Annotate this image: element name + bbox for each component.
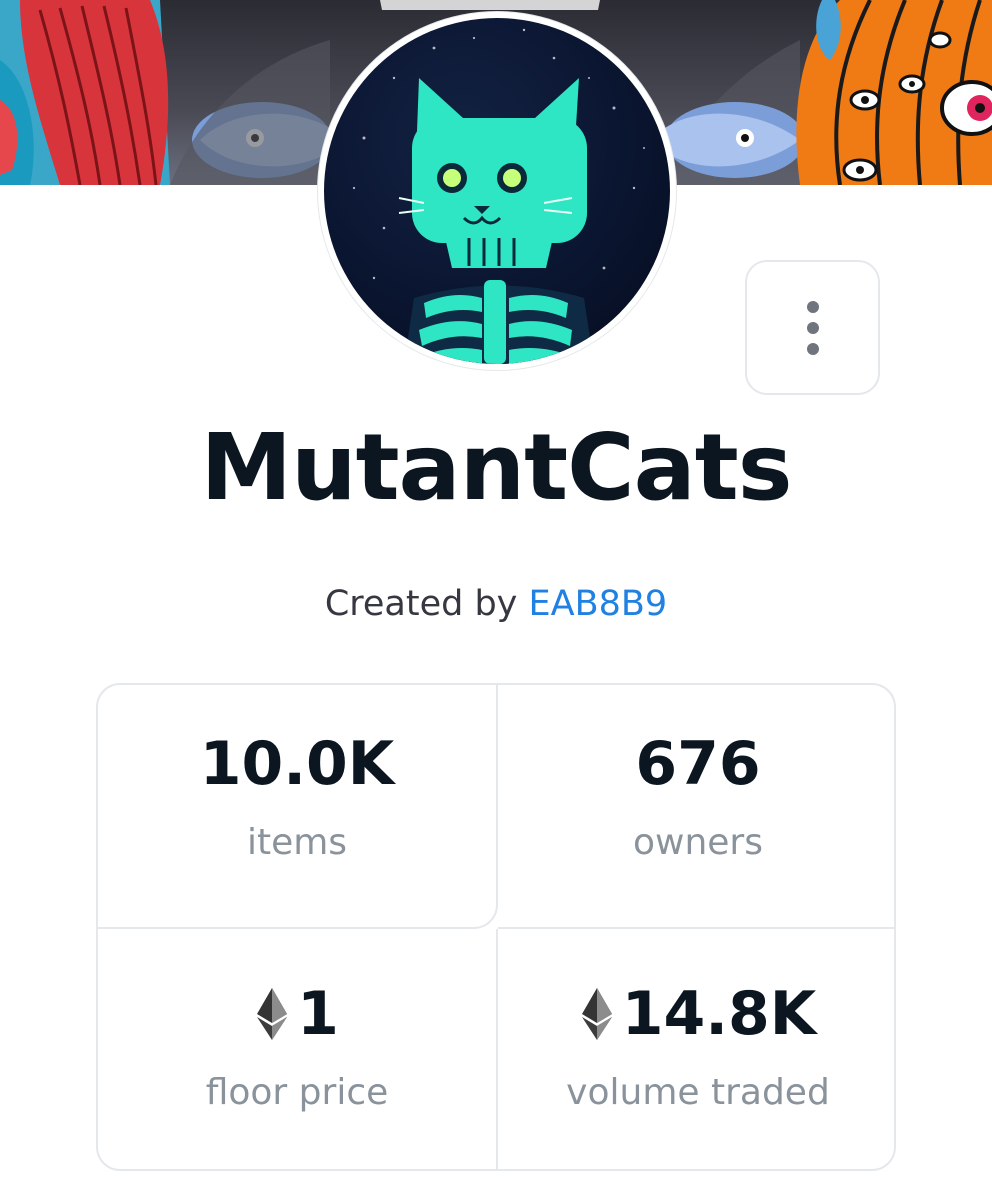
stat-floor-price[interactable]: 1 floor price <box>98 929 498 1169</box>
stat-value: 676 <box>635 729 760 799</box>
ethereum-icon <box>581 988 612 1040</box>
creator-link[interactable]: EAB8B9 <box>529 584 668 624</box>
stat-value: 10.0K <box>200 729 395 799</box>
stat-owners[interactable]: 676 owners <box>498 685 894 929</box>
collection-avatar <box>318 12 676 370</box>
stat-value-text: 1 <box>297 979 339 1049</box>
stat-value-text: 10.0K <box>199 729 395 799</box>
collection-title: MutantCats <box>200 414 793 521</box>
stat-label: floor price <box>205 1072 389 1113</box>
vertical-dots-icon <box>806 300 819 355</box>
stat-label: owners <box>633 822 763 863</box>
collection-stats: 10.0K items 676 owners 1 floor price 14.… <box>96 683 896 1171</box>
collection-page: MutantCats Created by EAB8B9 10.0K items… <box>0 0 992 1200</box>
stat-label: items <box>246 822 348 863</box>
stat-items[interactable]: 10.0K items <box>98 685 498 929</box>
stat-value-text: 676 <box>635 729 761 799</box>
stat-value: 14.8K <box>580 979 817 1049</box>
created-by-label: Created by <box>324 584 518 624</box>
stat-label: volume traded <box>566 1072 830 1113</box>
stat-value: 1 <box>255 979 339 1049</box>
skeleton-cat-illustration <box>352 28 645 364</box>
stat-volume-traded[interactable]: 14.8K volume traded <box>498 929 894 1169</box>
ethereum-icon <box>257 988 288 1040</box>
stat-value-text: 14.8K <box>621 979 817 1049</box>
more-options-button[interactable] <box>745 260 880 395</box>
creator-line: Created by EAB8B9 <box>0 582 992 626</box>
avatar-image <box>324 18 670 364</box>
